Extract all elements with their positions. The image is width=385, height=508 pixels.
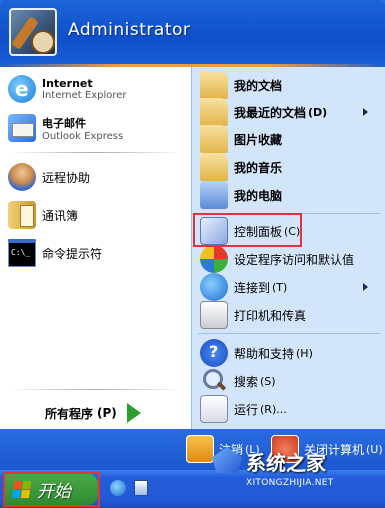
- program-access-icon: [200, 245, 228, 273]
- recent-item-command-prompt[interactable]: C:\_ 命令提示符: [8, 239, 102, 267]
- pinned-separator: [8, 152, 183, 153]
- recent-item-address-book[interactable]: 通讯簿: [8, 201, 78, 229]
- run-icon: [200, 395, 228, 423]
- user-name: Administrator: [68, 20, 191, 40]
- start-highlight-box: [3, 472, 100, 507]
- command-prompt-icon: C:\_: [8, 239, 36, 267]
- outlook-express-icon: [8, 114, 36, 142]
- help-label-help-support: 帮助和支持: [234, 346, 295, 361]
- my-computer-icon: [200, 181, 228, 209]
- system-item-program-access[interactable]: 设定程序访问和默认值: [200, 245, 354, 273]
- place-accel-recent-documents: (D): [308, 105, 328, 119]
- all-programs-button[interactable]: 所有程序 (P): [45, 403, 141, 423]
- address-book-icon: [8, 201, 36, 229]
- quicklaunch-media-icon[interactable]: [134, 480, 148, 496]
- help-item-run[interactable]: 运行 (R)...: [200, 395, 287, 423]
- help-item-search[interactable]: 搜索 (S): [200, 367, 276, 395]
- watermark: 系统之家 XITONGZHIJIA.NET: [208, 439, 380, 497]
- system-item-connect-to[interactable]: 连接到 (T): [200, 273, 378, 301]
- pinned-email-subtitle: Outlook Express: [42, 130, 124, 142]
- place-item-my-documents[interactable]: 我的文档: [200, 71, 282, 99]
- place-label-my-computer: 我的电脑: [234, 188, 283, 203]
- system-label-program-access: 设定程序访问和默认值: [234, 252, 355, 267]
- control-panel-highlight-box: [193, 213, 302, 247]
- place-item-my-pictures[interactable]: 图片收藏: [200, 125, 282, 153]
- system-item-printers[interactable]: 打印机和传真: [200, 301, 306, 329]
- pinned-item-email[interactable]: 电子邮件 Outlook Express: [8, 114, 123, 142]
- internet-explorer-icon: e: [8, 75, 36, 103]
- submenu-arrow-icon: [363, 283, 368, 291]
- search-icon: [200, 367, 228, 395]
- system-accel-connect-to: (T): [272, 280, 288, 294]
- watermark-title: 系统之家: [246, 451, 326, 475]
- green-arrow-icon: [126, 403, 141, 423]
- recent-label-remote-assistance: 远程协助: [42, 170, 91, 185]
- system-separator: [198, 333, 380, 334]
- help-accel-run: (R)...: [260, 402, 287, 416]
- my-music-icon: [200, 153, 228, 181]
- place-label-my-music: 我的音乐: [234, 160, 283, 175]
- place-label-recent-documents: 我最近的文档: [234, 105, 307, 120]
- start-menu-header: Administrator: [0, 0, 385, 64]
- printers-faxes-icon: [200, 301, 228, 329]
- recent-documents-icon: [200, 98, 228, 126]
- help-label-search: 搜索: [234, 374, 259, 389]
- remote-assistance-icon: [8, 163, 36, 191]
- system-label-connect-to: 连接到: [234, 280, 271, 295]
- watermark-logo-icon: [212, 447, 242, 473]
- quicklaunch-ie-icon[interactable]: [110, 480, 126, 496]
- help-accel-search: (S): [260, 374, 276, 388]
- help-accel-help-support: (H): [296, 346, 313, 360]
- recent-item-remote-assistance[interactable]: 远程协助: [8, 163, 90, 191]
- place-item-my-music[interactable]: 我的音乐: [200, 153, 282, 181]
- recent-label-address-book: 通讯簿: [42, 208, 79, 223]
- place-item-my-computer[interactable]: 我的电脑: [200, 181, 282, 209]
- help-support-icon: ?: [200, 339, 228, 367]
- all-programs-label: 所有程序: [45, 406, 94, 421]
- recent-label-command-prompt: 命令提示符: [42, 246, 103, 261]
- pinned-email-title: 电子邮件: [42, 116, 86, 130]
- system-label-printers: 打印机和传真: [234, 308, 307, 323]
- pinned-item-internet[interactable]: e Internet Internet Explorer: [8, 75, 127, 103]
- user-avatar[interactable]: [9, 8, 57, 56]
- place-label-my-documents: 我的文档: [234, 78, 283, 93]
- all-programs-accel: (P): [97, 406, 117, 420]
- submenu-arrow-icon: [363, 108, 368, 116]
- pinned-internet-title: Internet: [42, 77, 93, 90]
- connect-to-icon: [200, 273, 228, 301]
- pinned-internet-subtitle: Internet Explorer: [42, 90, 127, 101]
- my-pictures-icon: [200, 125, 228, 153]
- place-item-recent-documents[interactable]: 我最近的文档 (D): [200, 98, 378, 126]
- left-pane: e Internet Internet Explorer 电子邮件 Outloo…: [0, 67, 191, 429]
- all-programs-separator: [8, 389, 183, 390]
- my-documents-icon: [200, 71, 228, 99]
- right-pane: 我的文档 我最近的文档 (D) 图片收藏 我的音乐 我的电脑 控制面板 (C): [191, 67, 385, 429]
- start-menu: Administrator e Internet Internet Explor…: [0, 0, 385, 470]
- place-label-my-pictures: 图片收藏: [234, 132, 283, 147]
- help-item-help-support[interactable]: ? 帮助和支持 (H): [200, 339, 313, 367]
- watermark-url: XITONGZHIJIA.NET: [246, 478, 334, 488]
- help-label-run: 运行: [234, 402, 259, 417]
